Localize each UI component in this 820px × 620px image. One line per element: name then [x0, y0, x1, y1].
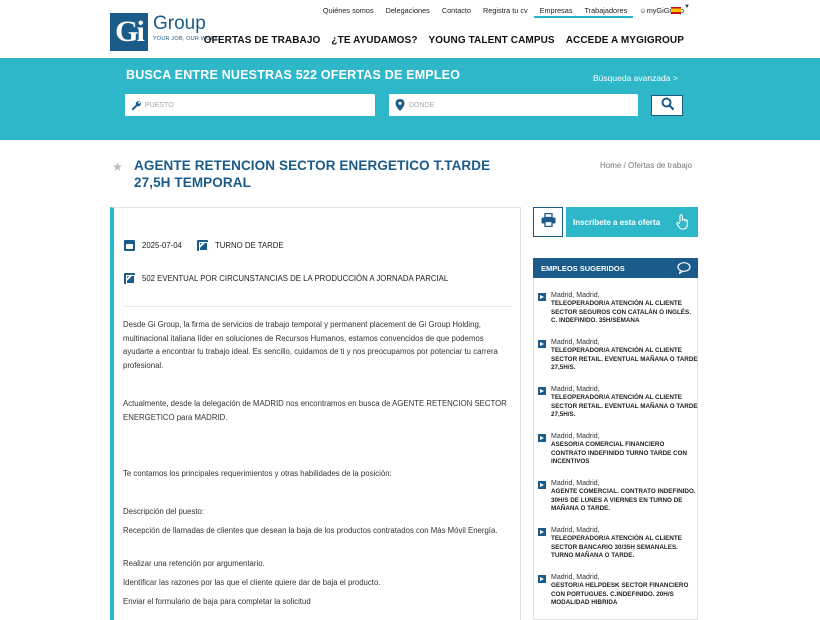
nav-accede-mygigroup[interactable]: ACCEDE A MYGIGROUP [566, 35, 684, 46]
caret-down-icon[interactable]: ▼ [684, 4, 690, 10]
edit-icon [124, 273, 135, 284]
description-paragraph: Desde Gi Group, la firma de servicios de… [123, 320, 498, 370]
logo-name: Group [153, 13, 206, 34]
print-button[interactable] [533, 207, 563, 237]
favorite-star-icon[interactable]: ★ [112, 160, 123, 174]
suggested-job-item[interactable]: Madrid, Madrid, AGENTE COMERCIAL. CONTRA… [538, 479, 698, 514]
arrow-right-icon [538, 481, 546, 489]
job-date: 2025-07-04 [124, 240, 182, 251]
suggested-job-item[interactable]: Madrid, Madrid, ASESOR/A COMERCIAL FINAN… [538, 432, 698, 467]
suggested-job-item[interactable]: Madrid, Madrid, TELEOPERADOR/A ATENCIÓN … [538, 526, 698, 561]
puesto-input[interactable] [145, 101, 345, 109]
apply-button[interactable]: Inscríbete a esta oferta [566, 207, 698, 237]
site-header: Gi Group YOUR JOB, OUR WORK Quiénes somo… [0, 0, 820, 58]
divider [124, 306, 512, 307]
advanced-search-link[interactable]: Búsqueda avanzada > [593, 73, 678, 83]
topnav-registra-cv[interactable]: Registra tu cv [477, 6, 534, 18]
breadcrumb: Home / Ofertas de trabajo [600, 161, 692, 170]
suggested-job-item[interactable]: Madrid, Madrid, TELEOPERADOR/A ATENCIÓN … [538, 385, 698, 420]
search-icon [661, 97, 674, 115]
main-nav: OFERTAS DE TRABAJO ¿TE AYUDAMOS? YOUNG T… [193, 35, 684, 46]
arrow-right-icon [538, 387, 546, 395]
topnav-delegaciones[interactable]: Delegaciones [380, 6, 436, 18]
nav-ofertas-de-trabajo[interactable]: OFERTAS DE TRABAJO [204, 35, 321, 46]
description-paragraph: Enviar el formulario de baja para comple… [123, 597, 311, 606]
arrow-right-icon [538, 293, 546, 301]
calendar-icon [124, 240, 135, 251]
user-icon: ☺ [639, 6, 647, 15]
wrench-icon [127, 94, 145, 116]
description-paragraph: Identificar las razones por las que el c… [123, 578, 381, 587]
search-button[interactable] [651, 95, 683, 116]
breadcrumb-ofertas[interactable]: Ofertas de trabajo [628, 161, 692, 170]
location-pin-icon [391, 94, 409, 116]
suggested-job-item[interactable]: Madrid, Madrid, TELEOPERADOR/A ATENCIÓN … [538, 291, 698, 326]
arrow-right-icon [538, 340, 546, 348]
topnav-trabajadores[interactable]: Trabajadores [578, 6, 634, 18]
suggested-job-item[interactable]: Madrid, Madrid, TELEOPERADOR/A ATENCIÓN … [538, 338, 698, 373]
printer-icon [541, 212, 556, 232]
language-flag-icon[interactable] [671, 7, 681, 14]
nav-te-ayudamos[interactable]: ¿TE AYUDAMOS? [331, 35, 417, 46]
job-title: AGENTE RETENCION SECTOR ENERGETICO T.TAR… [134, 158, 491, 190]
edit-icon [197, 240, 208, 251]
donde-field[interactable] [389, 94, 638, 116]
donde-input[interactable] [409, 101, 609, 109]
description-paragraph: Realizar una retención por argumentario. [123, 559, 265, 568]
description-paragraph: Te contamos los principales requerimient… [123, 469, 392, 478]
top-utility-nav: Quiénes somos Delegaciones Contacto Regi… [317, 6, 690, 18]
topnav-mygigroup[interactable]: ☺myGiGroup [633, 6, 690, 18]
topnav-empresas[interactable]: Empresas [533, 6, 579, 18]
breadcrumb-separator: / [621, 161, 629, 170]
search-band-title: BUSCA ENTRE NUESTRAS 522 OFERTAS DE EMPL… [126, 68, 461, 82]
description-paragraph: Descripción del puesto: [123, 507, 205, 516]
suggested-job-item[interactable]: Madrid, Madrid, GESTOR/A HELPDESK SECTOR… [538, 573, 698, 608]
suggested-jobs-header: EMPLEOS SUGERIDOS [533, 258, 698, 278]
puesto-field[interactable] [125, 94, 375, 116]
logo-mark: Gi [110, 13, 148, 51]
job-shift: TURNO DE TARDE [197, 240, 284, 251]
hand-pointer-icon [676, 214, 689, 232]
job-contract: 502 EVENTUAL POR CIRCUNSTANCIAS DE LA PR… [124, 273, 448, 284]
topnav-contacto[interactable]: Contacto [436, 6, 477, 18]
description-paragraph: Actualmente, desde la delegación de MADR… [123, 399, 507, 422]
nav-young-talent-campus[interactable]: YOUNG TALENT CAMPUS [429, 35, 555, 46]
arrow-right-icon [538, 434, 546, 442]
topnav-quienes-somos[interactable]: Quiénes somos [317, 6, 380, 18]
description-paragraph: Recepción de llamadas de clientes que de… [123, 526, 498, 535]
arrow-right-icon [538, 575, 546, 583]
chat-bubble-icon [677, 262, 691, 276]
breadcrumb-home[interactable]: Home [600, 161, 621, 170]
arrow-right-icon [538, 528, 546, 536]
